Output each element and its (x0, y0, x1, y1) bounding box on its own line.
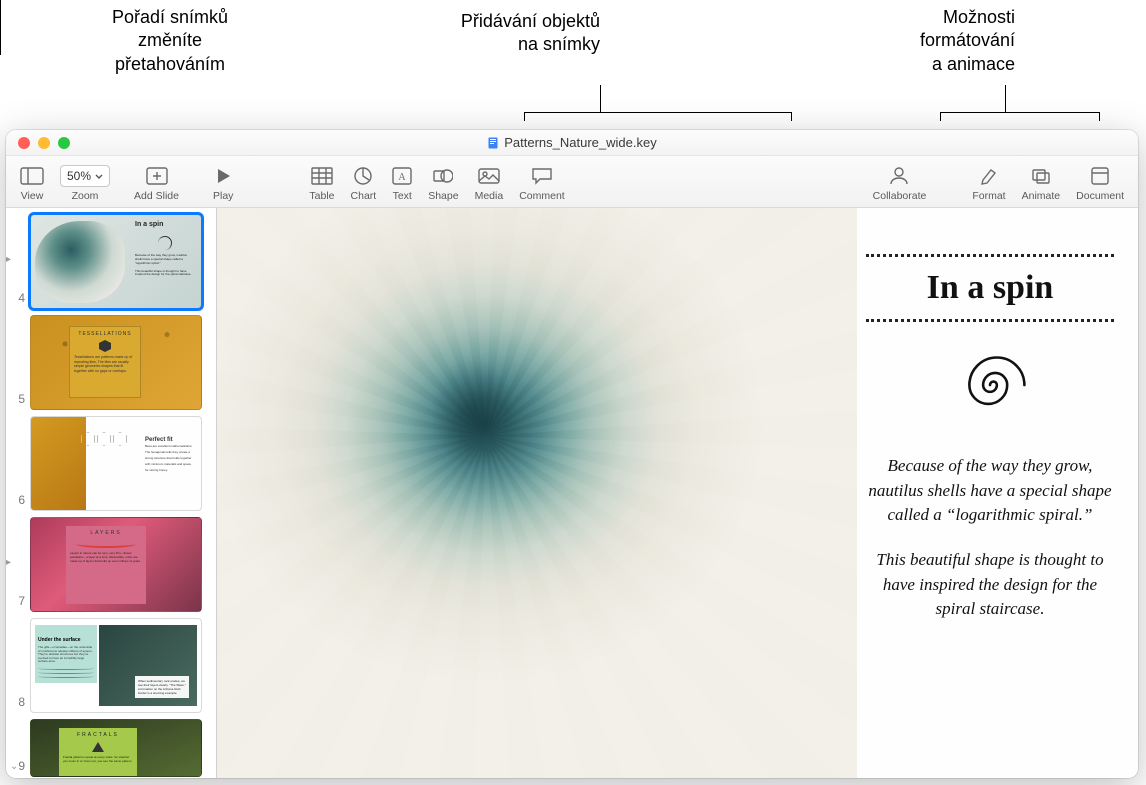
slide-thumbnail[interactable]: Perfect fitBees are excellent mathematic… (30, 416, 202, 511)
slide-canvas[interactable]: In a spin Because of the way they grow, … (217, 208, 1138, 778)
slide-body-2[interactable]: This beautiful shape is thought to have … (866, 548, 1114, 622)
disclosure-icon[interactable]: ▸ (6, 254, 11, 265)
format-button[interactable]: Format (964, 161, 1013, 202)
callout-format-animate: Možnosti formátování a animace (850, 6, 1015, 76)
comment-button[interactable]: Comment (511, 161, 573, 202)
slide-title[interactable]: In a spin (866, 263, 1114, 313)
slide-thumbnail[interactable]: Under the surfaceThe gills—or lamellae—o… (30, 618, 202, 713)
animate-button[interactable]: Animate (1014, 161, 1069, 202)
zoom-button[interactable]: 50% Zoom (52, 161, 118, 202)
collaborate-button[interactable]: Collaborate (865, 161, 935, 202)
spiral-icon[interactable] (947, 342, 1033, 428)
slide-navigator[interactable]: ▸ 4 In a spin Because of the way they gr… (6, 208, 217, 778)
callout-add-objects: Přidávání objektů na snímky (410, 10, 600, 57)
disclosure-icon[interactable]: ▸ (6, 557, 11, 568)
window-title: Patterns_Nature_wide.key (504, 135, 656, 150)
slide-number: 4 (8, 291, 28, 309)
text-button[interactable]: A Text (384, 161, 420, 202)
slide-thumbnail[interactable]: In a spin Because of the way they grow, … (30, 214, 202, 309)
slide-body-1[interactable]: Because of the way they grow, nautilus s… (866, 454, 1114, 528)
document-icon (487, 137, 499, 149)
play-button[interactable]: Play (205, 161, 241, 202)
slide-number: 6 (8, 493, 28, 511)
slide-thumbnail[interactable]: TESSELLATIONS Tessellations are patterns… (30, 315, 202, 410)
view-button[interactable]: View (12, 161, 52, 202)
document-button[interactable]: Document (1068, 161, 1132, 202)
slide-number: 8 (8, 695, 28, 713)
media-button[interactable]: Media (467, 161, 512, 202)
slide-thumbnail[interactable]: LAYERS Layers in nature can be very, ver… (30, 517, 202, 612)
toolbar: View 50% Zoom Add Slide Play Table Chart… (6, 156, 1138, 208)
slide-number: 5 (8, 392, 28, 410)
chevron-down-icon[interactable]: ⌄ (10, 761, 18, 772)
svg-text:A: A (399, 172, 407, 183)
app-window: Patterns_Nature_wide.key View 50% Zoom A… (6, 130, 1138, 778)
titlebar: Patterns_Nature_wide.key (6, 130, 1138, 156)
table-button[interactable]: Table (301, 161, 342, 202)
chart-button[interactable]: Chart (343, 161, 385, 202)
shape-button[interactable]: Shape (420, 161, 466, 202)
callout-reorder: Pořadí snímků změníte přetahováním (85, 6, 255, 76)
slide-thumbnail[interactable]: FRACTALS Fractal patterns repeat at ever… (30, 719, 202, 777)
add-slide-button[interactable]: Add Slide (126, 161, 187, 202)
slide-image[interactable] (217, 208, 857, 778)
slide-number: 7 (8, 594, 28, 612)
